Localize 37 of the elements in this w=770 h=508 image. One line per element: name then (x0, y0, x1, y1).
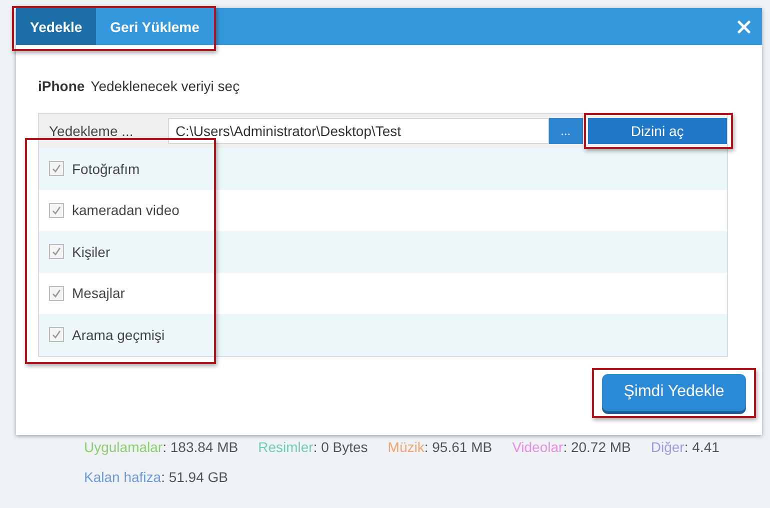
checkmark-icon (51, 288, 62, 299)
storage-value: : 51.94 GB (161, 469, 228, 485)
storage-value: : 0 Bytes (313, 439, 368, 455)
tab[interactable]: Yedekle (16, 8, 96, 45)
checkmark-icon (51, 163, 62, 174)
storage-value: : 95.61 MB (424, 439, 492, 455)
path-label: Yedekleme ... (48, 123, 134, 139)
checkbox-label: kameradan video (72, 202, 180, 218)
checkbox-label: Arama geçmişi (72, 326, 165, 343)
storage-label: Diğer (650, 439, 684, 455)
storage-label: Resimler (258, 439, 314, 455)
checkbox[interactable] (49, 327, 64, 342)
storage-value: : 20.72 MB (563, 439, 631, 455)
checkmark-icon (51, 246, 62, 258)
storage-label: Müzik (388, 439, 424, 455)
storage-label: Videolar (512, 439, 564, 455)
checkbox-label: Kişiler (72, 244, 110, 260)
browse-button[interactable]: ... (548, 118, 583, 144)
storage-value: : 4.41 (684, 439, 720, 455)
open-folder-button[interactable]: Dizini aç (588, 118, 727, 144)
tab[interactable]: Geri Yükleme (96, 8, 214, 45)
checkbox[interactable] (49, 161, 64, 176)
checkbox[interactable] (49, 244, 64, 260)
checkmark-icon (51, 329, 62, 340)
device-name: iPhone (38, 78, 85, 94)
checkbox-label: Mesajlar (72, 285, 125, 302)
checkmark-icon (51, 204, 62, 216)
storage-value: : 183.84 MB (162, 439, 238, 455)
close-icon[interactable] (737, 20, 751, 34)
storage-label: Kalan hafiza (84, 469, 162, 485)
backup-now-button[interactable]: Şimdi Yedekle (602, 374, 746, 410)
checkbox[interactable] (49, 286, 64, 301)
storage-label: Uygulamalar (84, 439, 163, 455)
path-field[interactable]: C:\Users\Administrator\Desktop\Test (168, 118, 549, 144)
checkbox[interactable] (49, 202, 64, 218)
checkbox-label: Fotoğrafım (72, 160, 140, 177)
instruction-text: Yedeklenecek veriyi seç (90, 78, 240, 94)
